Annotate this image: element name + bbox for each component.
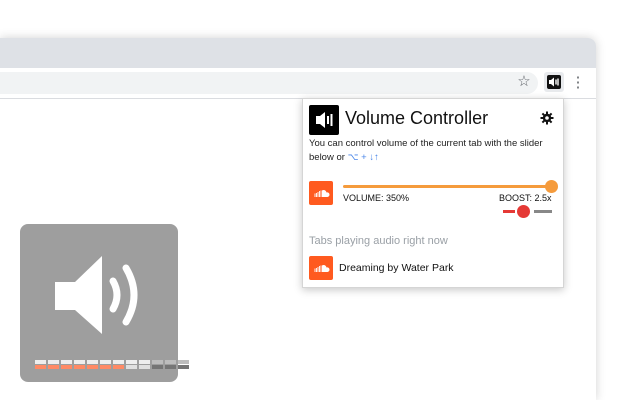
star-icon[interactable]: ☆ xyxy=(515,71,533,93)
boost-slider-thumb[interactable] xyxy=(517,205,530,218)
volume-controller-extension-button[interactable] xyxy=(544,72,564,92)
speaker-icon xyxy=(55,256,138,334)
soundcloud-icon xyxy=(309,181,333,205)
osd-level-segment xyxy=(113,360,124,364)
osd-level-segment xyxy=(152,360,163,364)
volume-controller-icon xyxy=(547,75,561,89)
osd-level-segment xyxy=(139,360,150,364)
volume-osd-overlay xyxy=(20,224,189,382)
popup-title: Volume Controller xyxy=(345,108,489,128)
osd-level-segment xyxy=(74,365,85,369)
shortcut-keys: ⌥ + ↓↑ xyxy=(347,152,379,163)
osd-level-segment xyxy=(100,365,111,369)
vertical-dots-icon[interactable]: ⋮ xyxy=(570,72,586,94)
volume-label: VOLUME: 350% xyxy=(343,193,410,203)
volume-slider-track[interactable] xyxy=(343,185,553,188)
osd-level-segment xyxy=(139,365,150,369)
audio-tab-title[interactable]: Dreaming by Water Park xyxy=(339,262,454,274)
soundcloud-icon[interactable] xyxy=(309,256,333,280)
osd-level-segment xyxy=(126,365,137,369)
osd-level-segment xyxy=(61,365,72,369)
volume-slider-thumb[interactable] xyxy=(545,180,558,193)
osd-level-segment xyxy=(152,365,163,369)
popup-description: You can control volume of the current ta… xyxy=(309,137,559,165)
tab-strip xyxy=(0,38,596,68)
volume-controller-logo-icon xyxy=(309,105,339,135)
osd-level-segment xyxy=(48,360,59,364)
osd-level-segment xyxy=(100,360,111,364)
description-text: You can control volume of the current ta… xyxy=(309,138,543,163)
osd-level-segment xyxy=(35,365,46,369)
boost-slider-fill[interactable] xyxy=(503,210,515,213)
address-bar[interactable] xyxy=(0,72,538,94)
osd-level-segment xyxy=(87,365,98,369)
osd-level-segment xyxy=(165,365,176,369)
osd-level-segment xyxy=(126,360,137,364)
boost-slider-track[interactable] xyxy=(534,210,552,213)
gear-icon[interactable] xyxy=(540,111,554,125)
osd-level-segment xyxy=(74,360,85,364)
osd-level-segment xyxy=(165,360,176,364)
volume-controller-popup: Volume Controller You can control volume… xyxy=(302,98,564,288)
osd-level-segment xyxy=(48,365,59,369)
osd-level-segment xyxy=(113,365,124,369)
osd-level-segment xyxy=(87,360,98,364)
osd-level-segment xyxy=(178,360,189,364)
osd-level-segment xyxy=(178,365,189,369)
boost-label: BOOST: 2.5x xyxy=(499,193,552,203)
browser-toolbar: ☆ ⋮ xyxy=(0,68,596,99)
osd-level-segment xyxy=(61,360,72,364)
osd-level-segment xyxy=(35,360,46,364)
tabs-section-heading: Tabs playing audio right now xyxy=(309,235,448,247)
